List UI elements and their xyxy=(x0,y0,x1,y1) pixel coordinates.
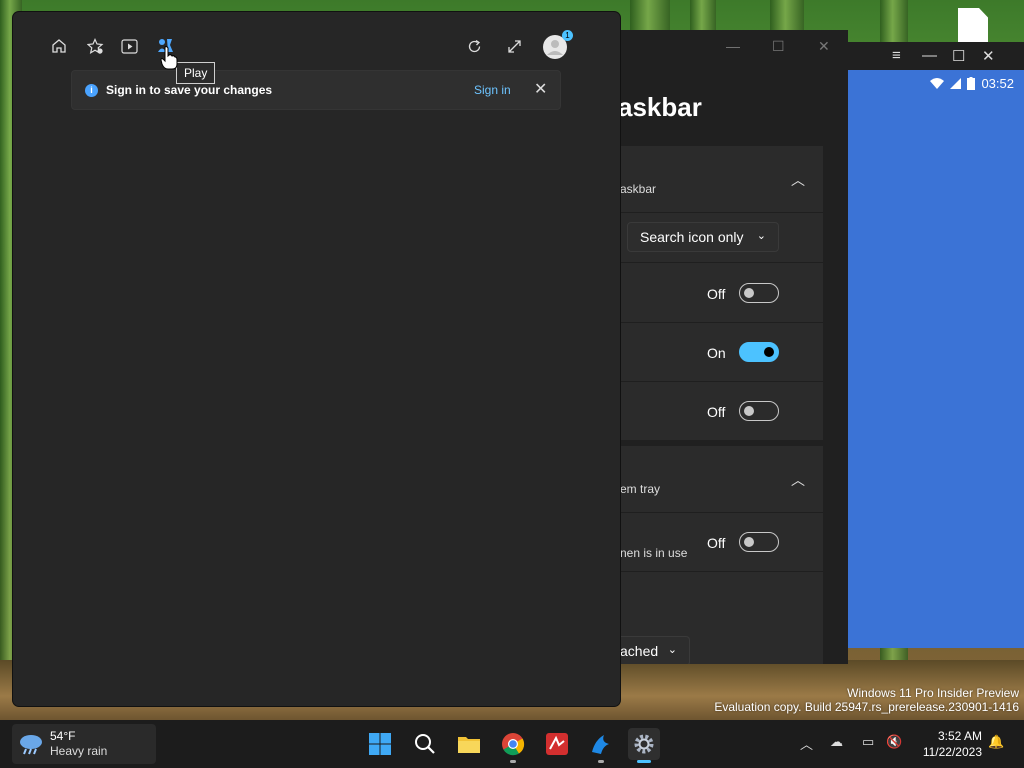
close-icon[interactable]: ✕ xyxy=(982,47,995,65)
toggle-3-switch[interactable] xyxy=(739,401,779,421)
divider xyxy=(620,262,823,263)
battery-icon xyxy=(967,77,976,90)
desktop-file-icon[interactable] xyxy=(958,8,988,42)
close-icon[interactable]: ✕ xyxy=(534,79,547,99)
toggle-4-switch[interactable] xyxy=(739,532,779,552)
divider xyxy=(620,571,823,572)
watermark-line2: Evaluation copy. Build 25947.rs_prerelea… xyxy=(714,700,1019,714)
toggle-4-label: Off xyxy=(707,535,726,551)
row-label: nen is in use xyxy=(620,546,688,560)
divider xyxy=(620,381,823,382)
xbox-panel[interactable]: 1 i Sign in to save your changes Sign in… xyxy=(13,12,620,706)
maximize-icon[interactable]: ☐ xyxy=(952,47,965,65)
toggle-2-switch[interactable] xyxy=(739,342,779,362)
section-title: em tray xyxy=(620,482,661,496)
search-icon[interactable] xyxy=(409,728,441,760)
notification-bell-icon[interactable]: 🔔 xyxy=(988,734,1004,750)
weather-condition: Heavy rain xyxy=(50,744,108,758)
refresh-icon[interactable] xyxy=(462,34,486,58)
wifi-icon xyxy=(930,78,945,89)
home-icon[interactable] xyxy=(47,34,71,58)
android-titlebar: ≡ — ☐ ✕ xyxy=(846,42,1024,70)
divider xyxy=(620,512,823,513)
minimize-icon[interactable]: — xyxy=(922,47,937,64)
app-bird-icon[interactable] xyxy=(585,728,617,763)
page-title: askbar xyxy=(618,92,702,122)
android-screen[interactable]: 03:52 xyxy=(848,70,1024,648)
system-tray-card: em tray ︿ nen is in use Off ached ⌄ xyxy=(620,446,823,664)
search-dropdown[interactable]: Search icon only ⌄ xyxy=(627,222,779,252)
chevron-up-icon[interactable]: ︿ xyxy=(791,170,805,190)
toggle-3-label: Off xyxy=(707,404,726,420)
avatar-badge: 1 xyxy=(562,30,573,41)
watermark-line1: Windows 11 Pro Insider Preview xyxy=(847,686,1019,700)
sign-in-banner: i Sign in to save your changes Sign in ✕ xyxy=(71,70,561,110)
info-icon: i xyxy=(85,84,98,97)
chevron-up-icon[interactable]: ︿ xyxy=(791,470,805,490)
overflow-dropdown[interactable]: ached ⌄ xyxy=(620,636,690,664)
file-explorer-icon[interactable] xyxy=(453,728,485,760)
toggle-1-switch[interactable] xyxy=(739,283,779,303)
favorites-icon[interactable] xyxy=(83,34,107,58)
toggle-1-label: Off xyxy=(707,286,726,302)
weather-widget[interactable]: 54°F Heavy rain xyxy=(12,724,156,764)
start-icon[interactable] xyxy=(364,728,396,760)
section-title: askbar xyxy=(620,182,657,196)
evaluation-watermark: Windows 11 Pro Insider Preview Evaluatio… xyxy=(714,686,1019,714)
overflow-dropdown-value: ached xyxy=(620,643,659,659)
clock-date: 11/22/2023 xyxy=(922,745,982,759)
signal-icon xyxy=(950,78,962,89)
settings-titlebar: — ☐ ✕ xyxy=(600,30,848,66)
settings-taskbar-icon[interactable] xyxy=(628,728,660,763)
chevron-down-icon: ⌄ xyxy=(667,644,677,656)
display-icon[interactable]: ▭ xyxy=(862,734,874,750)
taskbar: 54°F Heavy rain ︿ ☁ ▭ 🔇 3:52 AM 11/22/20… xyxy=(0,720,1024,768)
pdf-reader-icon[interactable] xyxy=(541,728,573,760)
toggle-2-label: On xyxy=(707,345,726,361)
volume-muted-icon[interactable]: 🔇 xyxy=(886,734,902,750)
media-icon[interactable] xyxy=(117,34,141,58)
sign-in-link[interactable]: Sign in xyxy=(474,83,511,97)
chrome-icon[interactable] xyxy=(497,728,529,763)
android-status-bar: 03:52 xyxy=(930,76,1014,91)
search-dropdown-value: Search icon only xyxy=(640,229,744,245)
chevron-down-icon: ⌄ xyxy=(756,230,766,242)
expand-icon[interactable] xyxy=(502,34,526,58)
taskbar-items-card: askbar ︿ Search icon only ⌄ Off On Off xyxy=(620,146,823,440)
android-time: 03:52 xyxy=(981,76,1014,91)
hand-cursor-icon xyxy=(160,46,178,70)
chevron-up-icon[interactable]: ︿ xyxy=(800,734,813,753)
banner-message: Sign in to save your changes xyxy=(106,83,273,97)
divider xyxy=(620,212,823,213)
divider xyxy=(620,322,823,323)
close-icon[interactable]: ✕ xyxy=(818,38,830,55)
settings-window[interactable]: — ☐ ✕ askbar askbar ︿ Search icon only ⌄… xyxy=(600,30,848,664)
avatar[interactable]: 1 xyxy=(541,30,573,61)
rain-cloud-icon xyxy=(20,735,42,755)
android-window[interactable]: ≡ — ☐ ✕ 03:52 xyxy=(846,42,1024,648)
menu-icon[interactable]: ≡ xyxy=(892,47,901,64)
weather-temp: 54°F xyxy=(50,729,76,743)
minimize-icon[interactable]: — xyxy=(726,38,740,54)
maximize-icon[interactable]: ☐ xyxy=(772,38,785,55)
clock-time: 3:52 AM xyxy=(937,729,982,743)
system-clock[interactable]: 3:52 AM 11/22/2023 xyxy=(923,728,982,760)
play-tooltip: Play xyxy=(176,62,216,84)
cloud-sync-icon[interactable]: ☁ xyxy=(830,734,843,750)
